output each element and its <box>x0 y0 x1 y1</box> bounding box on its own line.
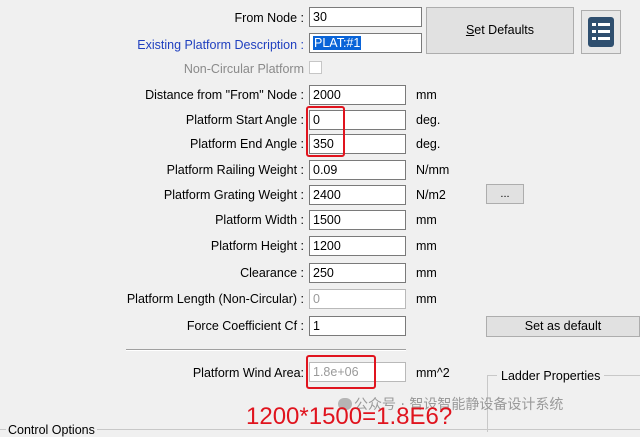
clearance-unit: mm <box>416 266 437 280</box>
distance-label: Distance from "From" Node : <box>145 88 304 102</box>
existing-desc-value: PLAT:#1 <box>313 36 362 50</box>
length-noncirc-unit: mm <box>416 292 437 306</box>
non-circular-label: Non-Circular Platform <box>183 62 304 76</box>
railing-weight-unit: N/mm <box>416 163 450 177</box>
railing-weight-input[interactable]: 0.09 <box>309 160 406 180</box>
list-icon <box>588 17 614 47</box>
width-input[interactable]: 1500 <box>309 210 406 230</box>
height-input[interactable]: 1200 <box>309 236 406 256</box>
clearance-input[interactable]: 250 <box>309 263 406 283</box>
railing-weight-label: Platform Railing Weight : <box>166 163 304 177</box>
ladder-properties-title: Ladder Properties <box>497 368 605 384</box>
angle-highlight-box <box>306 106 345 157</box>
end-angle-unit: deg. <box>416 137 441 151</box>
from-node-input[interactable]: 30 <box>309 7 422 27</box>
existing-desc-input[interactable]: PLAT:#1 <box>309 33 422 53</box>
length-noncirc-label: Platform Length (Non-Circular) : <box>126 292 304 306</box>
width-unit: mm <box>416 213 437 227</box>
clearance-label: Clearance : <box>240 266 304 280</box>
width-label: Platform Width : <box>215 213 304 227</box>
height-label: Platform Height : <box>210 239 304 253</box>
non-circular-checkbox[interactable] <box>309 61 322 74</box>
wind-area-unit: mm^2 <box>416 366 450 380</box>
grating-weight-input[interactable]: 2400 <box>309 185 406 205</box>
existing-desc-label: Existing Platform Description : <box>137 38 304 52</box>
end-angle-label: Platform End Angle : <box>190 137 304 151</box>
start-angle-label: Platform Start Angle : <box>185 113 304 127</box>
start-angle-unit: deg. <box>416 113 441 127</box>
force-coeff-input[interactable]: 1 <box>309 316 406 336</box>
from-node-label: From Node : <box>234 11 304 25</box>
distance-input[interactable]: 2000 <box>309 85 406 105</box>
list-view-button[interactable] <box>581 10 621 54</box>
grating-weight-unit: N/m2 <box>416 188 446 202</box>
control-options-title: Control Options <box>6 423 97 437</box>
annotation-text: 1200*1500=1.8E6? <box>246 403 453 430</box>
set-as-default-button[interactable]: Set as default <box>486 316 640 337</box>
distance-unit: mm <box>416 88 437 102</box>
wind-area-highlight-box <box>306 355 376 389</box>
wind-area-label: Platform Wind Area: <box>192 366 304 380</box>
grating-weight-label: Platform Grating Weight : <box>163 188 304 202</box>
grating-weight-more-button[interactable]: ... <box>486 184 524 204</box>
force-coeff-label: Force Coefficient Cf : <box>186 319 304 333</box>
separator-line <box>126 349 406 351</box>
length-noncirc-input[interactable]: 0 <box>309 289 406 309</box>
set-defaults-button[interactable]: Set Defaults <box>426 7 574 54</box>
set-defaults-label: et Defaults <box>474 23 535 37</box>
height-unit: mm <box>416 239 437 253</box>
